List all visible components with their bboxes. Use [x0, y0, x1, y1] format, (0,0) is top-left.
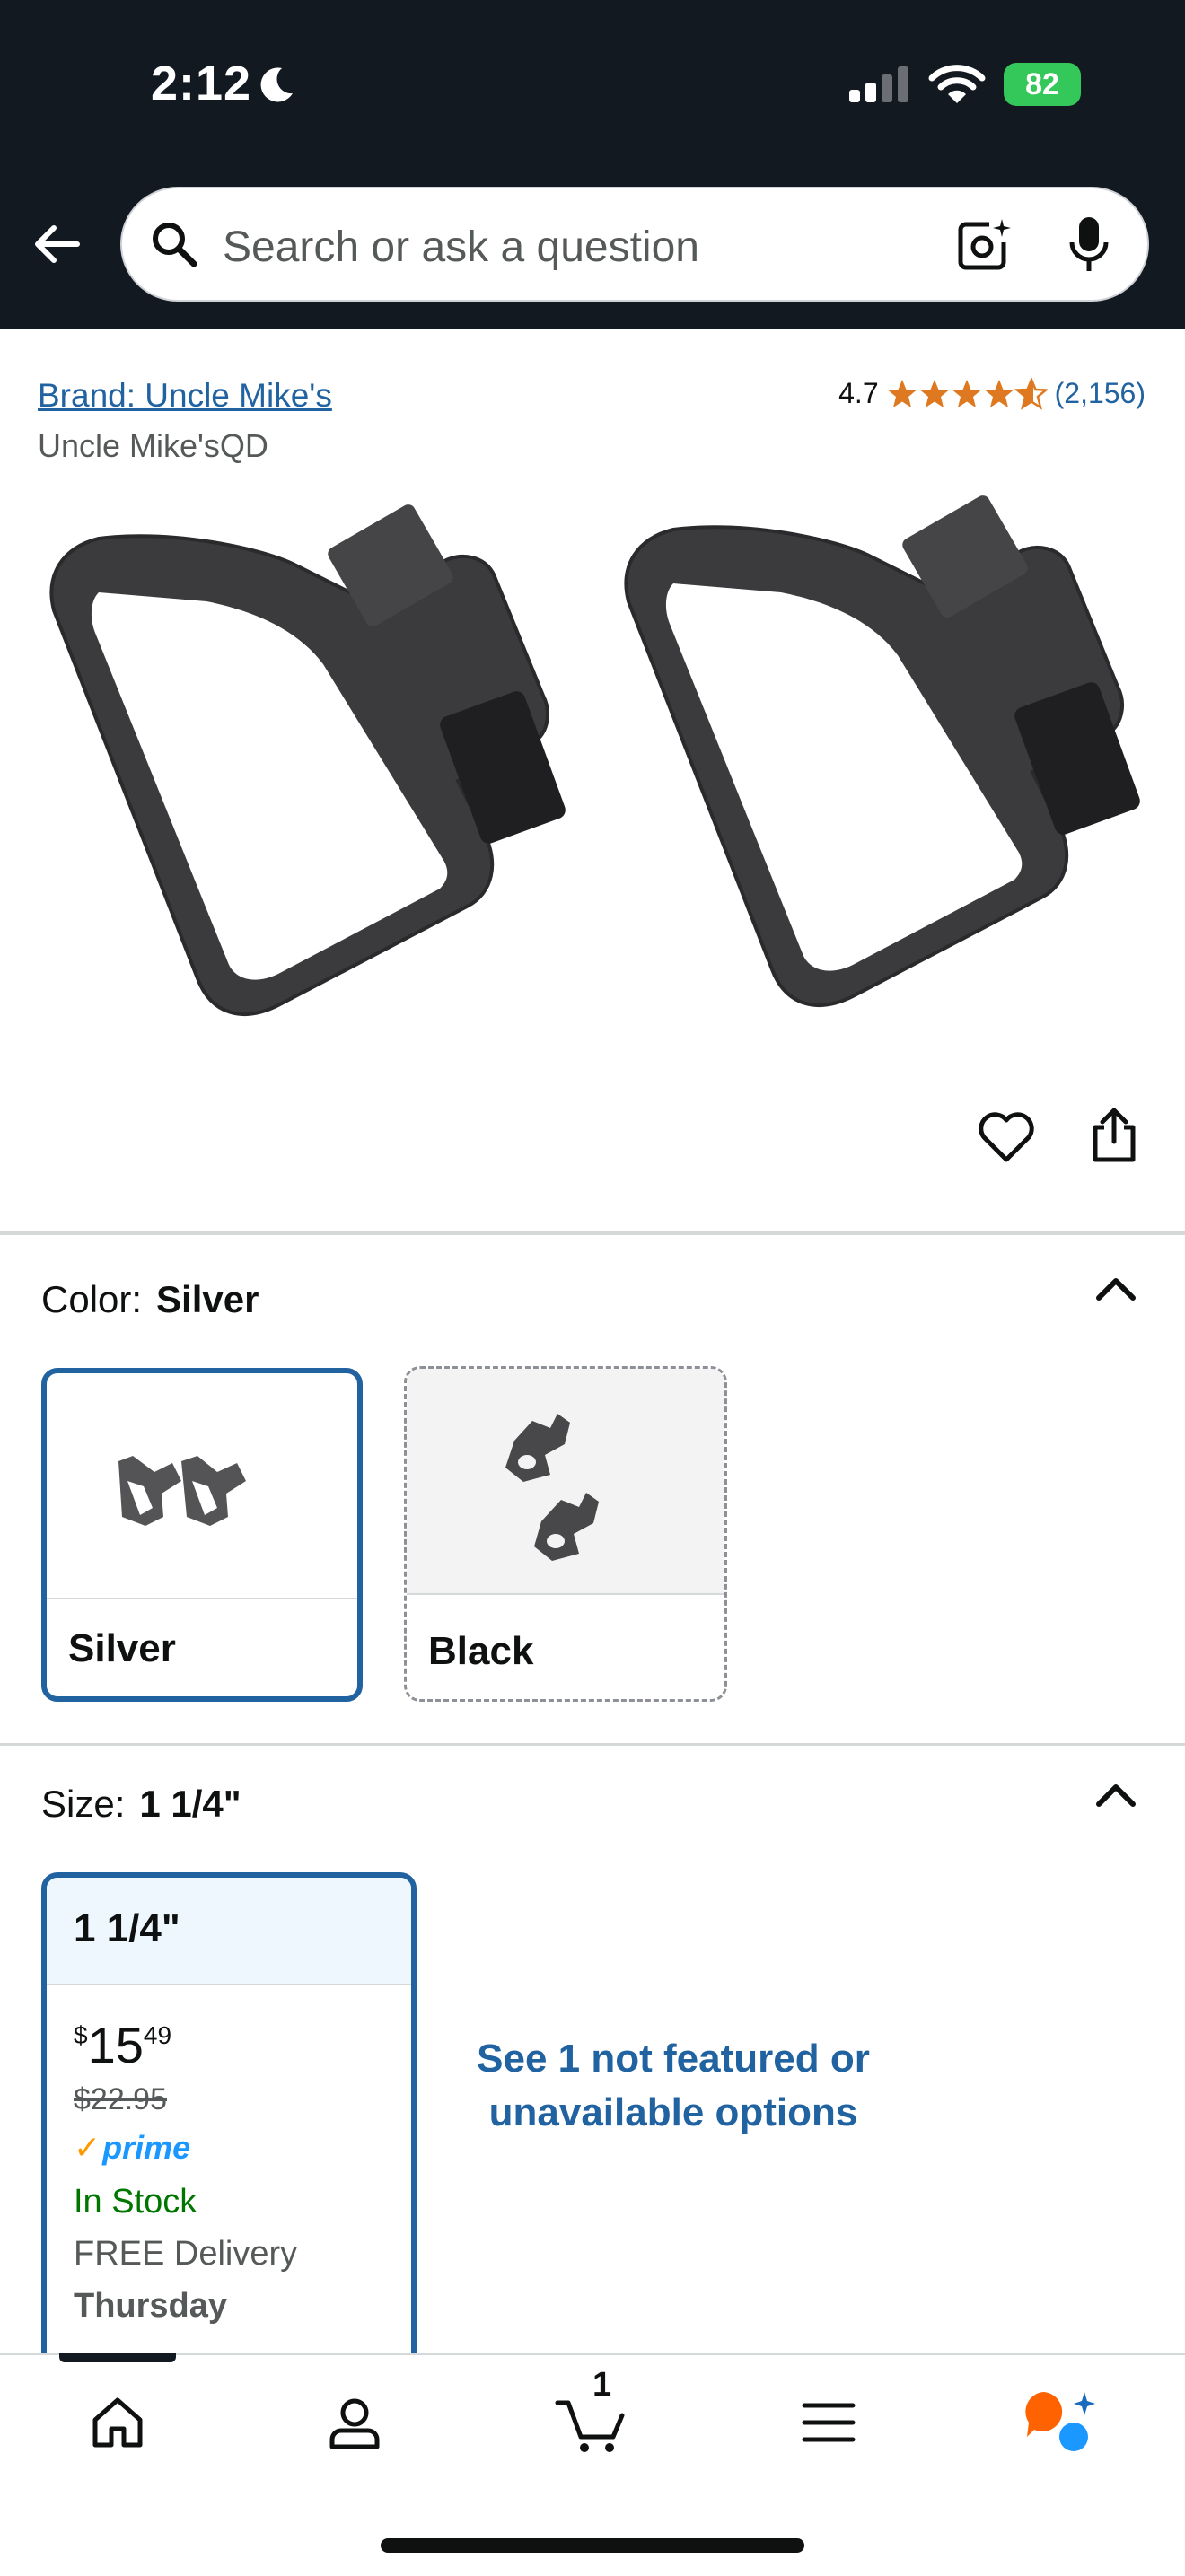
- wishlist-heart-icon[interactable]: [977, 1109, 1036, 1163]
- active-tab-indicator: [59, 2353, 176, 2362]
- status-icons: 82: [847, 63, 1081, 106]
- delivery-info: FREE Delivery: [74, 2235, 298, 2273]
- size-label: Size: 1 1/4": [41, 1783, 241, 1825]
- size-option-card[interactable]: 1 1/4" $1549 $22.95 ✓prime In Stock FREE…: [41, 1872, 417, 2375]
- rating-value: 4.7: [838, 377, 879, 409]
- cart-count-badge: 1: [592, 2366, 612, 2404]
- back-arrow-icon[interactable]: [31, 217, 84, 271]
- moon-icon: [260, 67, 293, 102]
- microphone-icon[interactable]: [1065, 214, 1113, 276]
- list-price: $22.95: [74, 2082, 167, 2116]
- brand-link[interactable]: Brand: Uncle Mike's: [38, 377, 332, 415]
- size-option-header: 1 1/4": [47, 1878, 411, 1985]
- swatch-label: Silver: [68, 1626, 176, 1670]
- cart-icon[interactable]: [551, 2382, 632, 2463]
- product-subtitle: Uncle Mike'sQD: [38, 427, 268, 464]
- home-icon[interactable]: [77, 2382, 158, 2463]
- color-label: Color: Silver: [41, 1278, 259, 1320]
- search-input[interactable]: Search or ask a question: [120, 187, 1149, 302]
- camera-search-icon[interactable]: [953, 215, 1013, 275]
- swatch-label: Black: [428, 1629, 534, 1673]
- see-unavailable-options-link[interactable]: See 1 not featured or unavailable option…: [467, 2032, 880, 2140]
- rating-summary[interactable]: 4.7 (2,156): [838, 377, 1146, 410]
- prime-badge: ✓prime: [74, 2129, 191, 2166]
- color-option-black[interactable]: Black: [404, 1366, 727, 1702]
- prime-check-icon: ✓: [74, 2129, 101, 2166]
- star-rating-icon: [887, 378, 1047, 408]
- section-divider: [0, 1743, 1185, 1746]
- account-icon[interactable]: [314, 2382, 395, 2463]
- status-time: 2:12: [151, 57, 252, 110]
- product-image[interactable]: [27, 476, 1167, 1050]
- cellular-signal-icon: [849, 66, 908, 102]
- menu-icon[interactable]: [788, 2382, 869, 2463]
- wifi-icon: [928, 65, 986, 103]
- chevron-up-icon[interactable]: [1093, 1779, 1138, 1811]
- color-option-silver[interactable]: Silver: [41, 1368, 363, 1702]
- battery-level: 82: [1025, 66, 1059, 101]
- chevron-up-icon[interactable]: [1093, 1273, 1138, 1305]
- section-divider: [0, 1231, 1185, 1235]
- silver-swivel-thumbnail: [118, 1456, 246, 1526]
- stock-status: In Stock: [74, 2183, 198, 2221]
- black-swivel-thumbnail: [505, 1414, 599, 1561]
- selected-size: 1 1/4": [139, 1783, 241, 1825]
- delivery-day: Thursday: [74, 2287, 228, 2325]
- price: $1549: [74, 2017, 172, 2073]
- rating-count: (2,156): [1054, 377, 1146, 409]
- battery-indicator: 82: [1004, 63, 1081, 106]
- share-icon[interactable]: [1088, 1106, 1140, 1165]
- home-indicator: [381, 2538, 804, 2553]
- search-placeholder: Search or ask a question: [223, 223, 699, 271]
- search-icon: [153, 223, 198, 267]
- size-option-title: 1 1/4": [74, 1906, 180, 1950]
- selected-color: Silver: [156, 1278, 259, 1320]
- rufus-icon[interactable]: [1020, 2382, 1101, 2463]
